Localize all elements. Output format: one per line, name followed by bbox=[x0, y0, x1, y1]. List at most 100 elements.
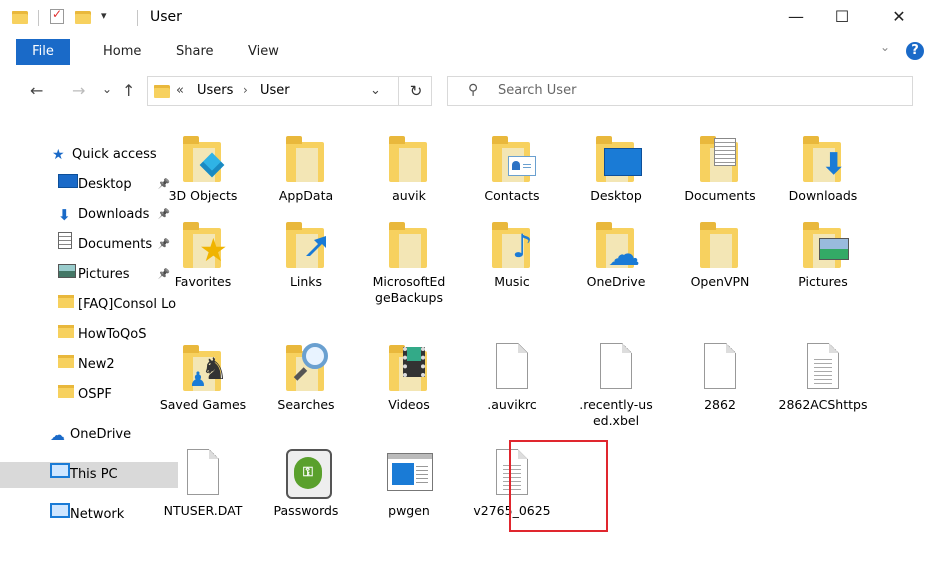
file-name: Videos bbox=[388, 397, 430, 412]
file-item[interactable]: ★ Favorites bbox=[158, 216, 248, 336]
sidebar-item-desktop[interactable]: Desktop 📌 bbox=[0, 172, 178, 198]
folder-icon: ♞ ♟ bbox=[175, 339, 231, 395]
download-icon: ⬇ bbox=[58, 206, 71, 224]
file-item[interactable]: ♞ ♟ Saved Games bbox=[158, 339, 248, 459]
window-title: User bbox=[150, 9, 182, 25]
desktop-icon bbox=[58, 172, 78, 198]
file-item[interactable]: MicrosoftEdgeBackups bbox=[364, 216, 454, 336]
sidebar-item-downloads[interactable]: ⬇ Downloads 📌 bbox=[0, 202, 178, 228]
new-folder-icon[interactable] bbox=[75, 11, 91, 24]
breadcrumb-chevron-icon[interactable]: › bbox=[243, 83, 248, 97]
folder-icon bbox=[795, 216, 851, 272]
sidebar-item-pictures[interactable]: Pictures 📌 bbox=[0, 262, 178, 288]
address-dropdown-icon[interactable]: ⌄ bbox=[370, 83, 381, 98]
file-name: Downloads bbox=[788, 188, 858, 203]
network-icon bbox=[50, 502, 70, 528]
folder-icon bbox=[381, 216, 437, 272]
file-name: Links bbox=[289, 274, 323, 289]
file-name: 2862 bbox=[704, 397, 736, 412]
folder-icon: ★ bbox=[175, 216, 231, 272]
breadcrumb-users[interactable]: Users bbox=[197, 83, 233, 98]
tab-file[interactable]: File bbox=[16, 39, 70, 65]
sidebar-item-this-pc[interactable]: This PC bbox=[0, 462, 178, 488]
file-name: OneDrive bbox=[586, 274, 646, 289]
help-icon[interactable]: ? bbox=[906, 42, 924, 60]
search-input[interactable]: Search User bbox=[498, 83, 576, 98]
file-name: MicrosoftEdgeBackups bbox=[372, 274, 446, 305]
star-icon: ★ bbox=[52, 147, 65, 163]
file-item[interactable]: OpenVPN bbox=[675, 216, 765, 336]
sidebar-item-new2[interactable]: New2 bbox=[0, 352, 178, 378]
folder-icon bbox=[58, 382, 74, 408]
search-icon: ⚲ bbox=[468, 82, 479, 98]
address-bar[interactable]: « Users › User ⌄ bbox=[147, 76, 432, 106]
sidebar-item-ospf[interactable]: OSPF bbox=[0, 382, 178, 408]
file-name: auvik bbox=[392, 188, 426, 203]
file-icon bbox=[795, 339, 851, 395]
sidebar-item-faq-consol-lo[interactable]: [FAQ]Consol Lo bbox=[0, 292, 178, 318]
up-button[interactable]: ↑ bbox=[122, 80, 135, 102]
maximize-button[interactable]: ☐ bbox=[819, 0, 865, 34]
file-icon bbox=[175, 445, 231, 501]
file-name: 2862ACShttps bbox=[778, 397, 868, 412]
file-name: OpenVPN bbox=[690, 274, 750, 289]
file-icon bbox=[588, 339, 644, 395]
application-icon: ⚿ bbox=[278, 445, 334, 501]
folder-icon bbox=[278, 339, 334, 395]
sidebar-item-quick-access[interactable]: ★ Quick access bbox=[0, 142, 178, 168]
highlight-box bbox=[509, 440, 608, 532]
file-item[interactable]: 2862ACShttps bbox=[778, 339, 868, 459]
file-name: Contacts bbox=[484, 188, 540, 203]
tab-view[interactable]: View bbox=[248, 39, 279, 65]
file-item[interactable]: pwgen bbox=[364, 445, 454, 565]
file-name: Favorites bbox=[174, 274, 232, 289]
folder-icon bbox=[12, 11, 28, 24]
file-item[interactable]: Searches bbox=[261, 339, 351, 459]
file-icon bbox=[692, 339, 748, 395]
minimize-button[interactable]: — bbox=[773, 0, 819, 34]
folder-icon: ⬇ bbox=[795, 130, 851, 186]
forward-button[interactable]: → bbox=[72, 80, 85, 102]
sidebar-item-onedrive[interactable]: ☁ OneDrive bbox=[0, 422, 178, 448]
folder-icon bbox=[58, 292, 74, 318]
pc-icon bbox=[50, 462, 70, 488]
divider bbox=[38, 10, 39, 26]
file-item[interactable]: ⚿ Passwords bbox=[261, 445, 351, 565]
tab-home[interactable]: Home bbox=[103, 39, 141, 65]
file-item[interactable]: Pictures bbox=[778, 216, 868, 336]
file-name: NTUSER.DAT bbox=[163, 503, 243, 518]
file-item[interactable]: Videos bbox=[364, 339, 454, 459]
file-name: Passwords bbox=[273, 503, 339, 518]
back-button[interactable]: ← bbox=[30, 80, 43, 102]
expand-ribbon-icon[interactable]: ⌄ bbox=[880, 40, 890, 54]
sidebar-item-documents[interactable]: Documents 📌 bbox=[0, 232, 178, 258]
file-icon bbox=[484, 339, 540, 395]
recent-locations-button[interactable]: ⌄ bbox=[102, 78, 112, 100]
file-name: Searches bbox=[277, 397, 335, 412]
properties-icon[interactable]: ✓ bbox=[50, 7, 64, 24]
close-button[interactable]: ✕ bbox=[876, 0, 922, 34]
divider bbox=[137, 10, 138, 26]
cloud-icon: ☁ bbox=[50, 426, 65, 444]
file-name: Music bbox=[494, 274, 530, 289]
sidebar-item-howtoqos[interactable]: HowToQoS bbox=[0, 322, 178, 348]
sidebar-item-network[interactable]: Network bbox=[0, 502, 178, 528]
file-item[interactable]: NTUSER.DAT bbox=[158, 445, 248, 565]
file-item[interactable]: ☁ OneDrive bbox=[571, 216, 661, 336]
breadcrumb-overflow[interactable]: « bbox=[176, 83, 184, 98]
refresh-button[interactable]: ↻ bbox=[398, 76, 433, 106]
folder-icon bbox=[278, 216, 334, 272]
file-item[interactable]: Links bbox=[261, 216, 351, 336]
tab-share[interactable]: Share bbox=[176, 39, 214, 65]
file-item[interactable]: 2862 bbox=[675, 339, 765, 459]
breadcrumb-user[interactable]: User bbox=[260, 83, 290, 98]
folder-icon bbox=[381, 339, 437, 395]
folder-icon: ☁ bbox=[588, 216, 644, 272]
search-box[interactable]: ⚲ Search User bbox=[447, 76, 913, 106]
file-item[interactable]: ♪ Music bbox=[467, 216, 557, 336]
folder-icon bbox=[278, 130, 334, 186]
customize-qat-icon[interactable]: ▾ bbox=[101, 9, 107, 22]
folder-icon bbox=[58, 352, 74, 378]
folder-icon bbox=[381, 130, 437, 186]
folder-icon bbox=[588, 130, 644, 186]
